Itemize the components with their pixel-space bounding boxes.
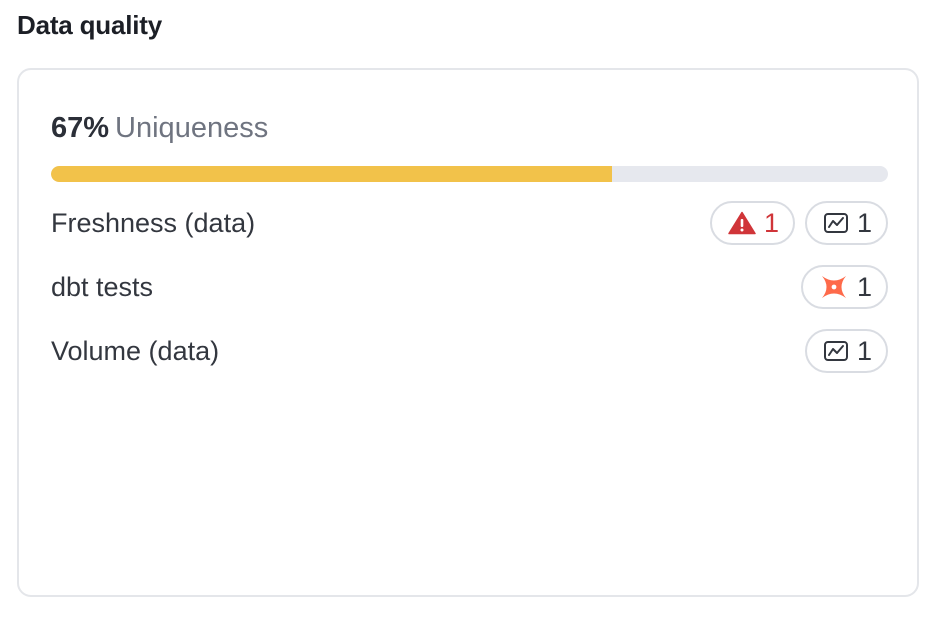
badge-count: 1 [856, 271, 872, 302]
quality-row-volume[interactable]: Volume (data) 1 [51, 328, 888, 374]
badge-count: 1 [763, 207, 779, 238]
badge-group: 1 1 [709, 201, 888, 245]
incident-badge[interactable]: 1 [709, 201, 795, 245]
monitor-chart-icon [823, 339, 849, 363]
uniqueness-metric: 67% Uniqueness [51, 110, 268, 146]
quality-row-dbt-tests[interactable]: dbt tests 1 [51, 264, 888, 310]
metric-label: Uniqueness [115, 112, 269, 144]
warning-triangle-icon [728, 211, 756, 235]
quality-row-freshness[interactable]: Freshness (data) 1 1 [51, 200, 888, 246]
row-label: Volume (data) [51, 335, 220, 366]
row-label: Freshness (data) [51, 207, 256, 238]
dbt-logo-icon [819, 272, 849, 302]
data-quality-card: 67% Uniqueness Freshness (data) 1 1 dbt … [17, 68, 919, 597]
monitor-chart-icon [823, 211, 849, 235]
badge-count: 1 [856, 335, 872, 366]
badge-group: 1 [804, 329, 888, 373]
metric-percent: 67% [51, 112, 110, 144]
monitor-badge[interactable]: 1 [804, 329, 888, 373]
dbt-badge[interactable]: 1 [800, 265, 888, 309]
monitor-badge[interactable]: 1 [804, 201, 888, 245]
row-label: dbt tests [51, 271, 154, 302]
badge-group: 1 [800, 265, 888, 309]
uniqueness-progress-bar [51, 166, 888, 182]
progress-fill [51, 166, 612, 182]
section-title: Data quality [17, 10, 162, 40]
badge-count: 1 [856, 207, 872, 238]
